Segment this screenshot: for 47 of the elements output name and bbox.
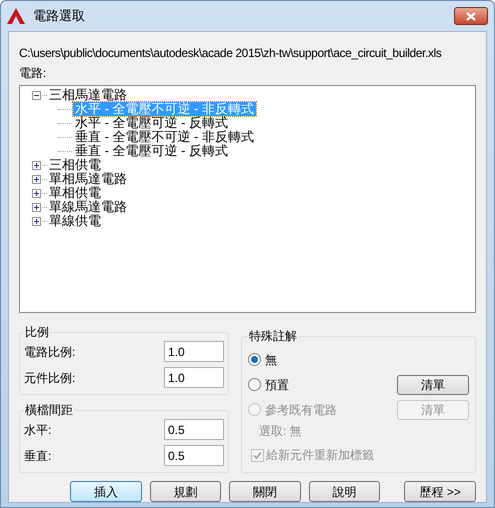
close-icon [466,12,476,20]
tree-item[interactable]: 單線供電 [48,214,102,228]
tree-item[interactable]: 水平 - 全電壓可逆 - 反轉式 [73,116,230,130]
input-field[interactable]: 0.5 [164,445,224,466]
expand-icon[interactable] [32,216,41,226]
radio-button[interactable] [248,353,261,366]
tree-item[interactable]: 單相馬達電路 [48,172,128,186]
field-label: 水平: [24,422,52,438]
expand-icon[interactable] [32,202,41,212]
tree-item[interactable]: 單相供電 [48,186,102,200]
radio-label: 預置 [265,376,289,394]
dialog-button[interactable]: 說明 [308,481,380,502]
input-field[interactable]: 1.0 [164,341,224,362]
selection-text: 選取: 無 [258,423,302,440]
group-title: 特殊註解 [248,328,298,345]
tree-item[interactable]: 垂直 - 全電壓不可逆 - 非反轉式 [73,130,256,144]
tree-item[interactable]: 三相供電 [48,158,102,172]
dialog-button[interactable]: 插入 [70,481,142,502]
checkbox-label: 給新元件重新加標籤 [266,447,374,464]
circuit-tree[interactable]: 三相馬達電路 水平 - 全電壓不可逆 - 非反轉式 水平 - 全電壓可逆 - 反轉式 垂直 - 全電壓不可逆 - 非反轉式 垂直 - 全電壓可逆 - 反轉式 三相供電 單相馬達電路 單相供電 單線馬達電路 單線供電 [19,85,476,313]
field-label: 垂直: [24,448,52,464]
window-title: 電路選取 [33,7,85,26]
collapse-icon[interactable] [32,90,41,100]
dialog-button[interactable]: 規劃 [150,481,222,502]
expand-icon[interactable] [32,188,41,198]
input-field[interactable]: 1.0 [164,367,224,388]
field-label: 元件比例: [24,370,76,386]
radio-label: 無 [265,352,277,368]
expand-icon[interactable] [32,160,41,170]
list-button: 清單 [397,400,469,420]
tree-item[interactable]: 垂直 - 全電壓可逆 - 反轉式 [73,144,230,158]
radio-button[interactable] [248,378,261,391]
field-label: 電路比例: [24,344,76,360]
tree-item[interactable]: 三相馬達電路 [48,88,128,102]
group-title: 比例 [24,324,50,341]
expand-icon[interactable] [32,174,41,184]
radio-label: 參考既有電路 [265,402,337,418]
list-button[interactable]: 清單 [397,374,469,394]
circuits-label: 電路: [19,65,46,82]
app-logo-icon [7,8,25,24]
dialog-button[interactable]: 歷程 >> [404,481,476,502]
close-button[interactable] [454,7,488,25]
tree-item[interactable]: 單線馬達電路 [48,200,128,214]
file-path: C:\users\public\documents\autodesk\acade 2015\zh-tw\support\ace_circuit_builder.xls [19,45,442,62]
group-title: 橫檔間距 [24,402,74,419]
input-field[interactable]: 0.5 [164,419,224,440]
dialog-button[interactable]: 關閉 [229,481,301,502]
